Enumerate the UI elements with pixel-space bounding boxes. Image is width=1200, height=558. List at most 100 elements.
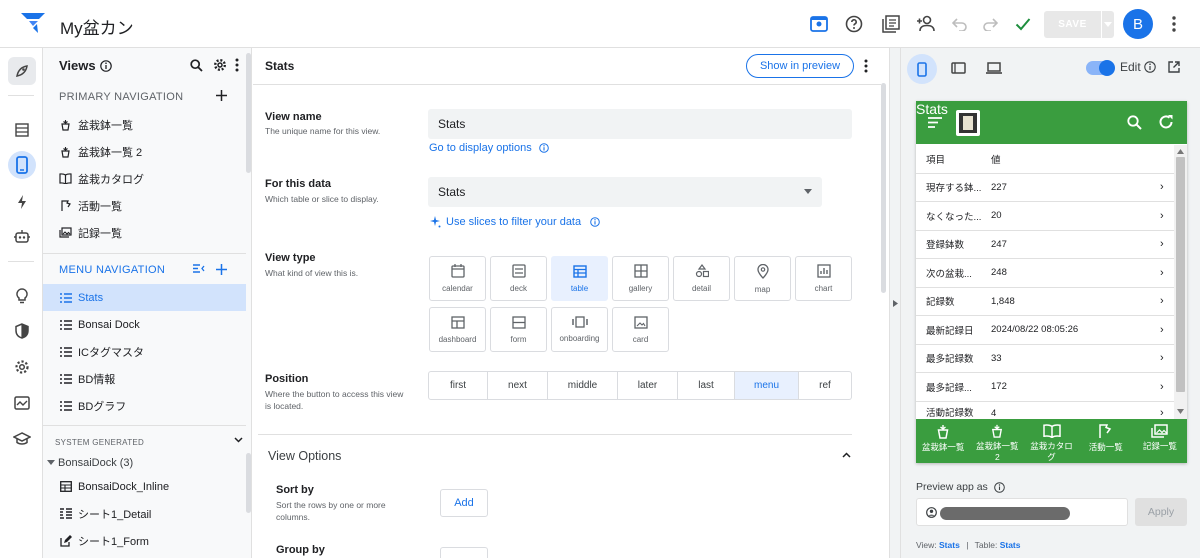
table-row[interactable]: 最多記録数 33 › bbox=[916, 345, 1174, 373]
system-group-toggle[interactable]: BonsaiDock (3) bbox=[47, 457, 133, 469]
nav-item-sheet1-detail[interactable]: シート1_Detail bbox=[43, 500, 246, 527]
save-dropdown-button[interactable] bbox=[1102, 11, 1114, 38]
table-row[interactable]: なくなった... 20 › bbox=[916, 202, 1174, 231]
search-icon[interactable] bbox=[1127, 115, 1142, 130]
save-button[interactable]: SAVE bbox=[1044, 11, 1101, 38]
view-name-input[interactable]: Stats bbox=[428, 109, 852, 139]
rail-views-icon[interactable] bbox=[8, 151, 36, 179]
edit-toggle[interactable] bbox=[1086, 60, 1115, 76]
tablet-device-icon[interactable] bbox=[951, 62, 966, 74]
chevron-up-icon[interactable] bbox=[842, 452, 851, 458]
editor-scrollbar[interactable] bbox=[881, 83, 886, 293]
appsheet-logo-icon[interactable] bbox=[20, 12, 46, 34]
bottom-nav-records[interactable]: 記録一覧 bbox=[1133, 419, 1187, 463]
rail-security-icon[interactable] bbox=[8, 317, 36, 345]
view-type-map[interactable]: map bbox=[734, 256, 791, 301]
table-row[interactable]: 活動記録数 4 › bbox=[916, 402, 1174, 419]
info-icon[interactable] bbox=[1144, 61, 1156, 73]
position-later[interactable]: later bbox=[618, 371, 678, 400]
info-icon[interactable] bbox=[993, 481, 1005, 493]
more-vert-icon[interactable] bbox=[1163, 13, 1185, 35]
view-type-card[interactable]: card bbox=[612, 307, 669, 352]
bottom-nav-pot-list-2[interactable]: 盆栽鉢一覧 2 bbox=[970, 419, 1024, 463]
view-type-dashboard[interactable]: dashboard bbox=[429, 307, 486, 352]
data-select[interactable]: Stats bbox=[428, 177, 822, 207]
rail-automation-icon[interactable] bbox=[8, 223, 36, 251]
refresh-icon[interactable] bbox=[1158, 114, 1174, 130]
add-sort-button[interactable]: Add bbox=[440, 489, 488, 517]
nav-item-bonsaidock-inline[interactable]: BonsaiDock_Inline bbox=[43, 473, 246, 500]
preview-toggle-icon[interactable] bbox=[808, 13, 830, 35]
nav-item-activity[interactable]: 活動一覧 bbox=[43, 192, 246, 219]
phone-scrollbar[interactable] bbox=[1174, 145, 1187, 419]
footer-view-link[interactable]: Stats bbox=[939, 540, 960, 550]
nav-item-bd-graph[interactable]: BDグラフ bbox=[43, 392, 246, 419]
view-type-table[interactable]: table bbox=[551, 256, 608, 301]
library-icon[interactable] bbox=[880, 13, 902, 35]
preview-as-input[interactable] bbox=[916, 498, 1128, 526]
nav-item-catalog[interactable]: 盆栽カタログ bbox=[43, 165, 246, 192]
table-row[interactable]: 次の盆栽... 248 › bbox=[916, 259, 1174, 288]
apply-button[interactable]: Apply bbox=[1135, 498, 1187, 526]
table-row[interactable]: 最多記録... 172 › bbox=[916, 373, 1174, 402]
system-scrollbar[interactable] bbox=[246, 453, 251, 513]
nav-item-bonsai-dock[interactable]: Bonsai Dock bbox=[43, 311, 246, 338]
rail-data-icon[interactable] bbox=[8, 116, 36, 144]
view-type-chart[interactable]: chart bbox=[795, 256, 852, 301]
position-ref[interactable]: ref bbox=[799, 371, 852, 400]
rail-settings-icon[interactable] bbox=[8, 353, 36, 381]
view-type-detail[interactable]: detail bbox=[673, 256, 730, 301]
more-vert-icon[interactable] bbox=[235, 58, 239, 72]
rail-actions-icon[interactable] bbox=[8, 188, 36, 216]
nav-item-pot-list[interactable]: 盆栽鉢一覧 bbox=[43, 111, 246, 138]
nav-item-stats[interactable]: Stats bbox=[43, 284, 246, 311]
reorder-icon[interactable] bbox=[192, 263, 205, 274]
rail-learn-icon[interactable] bbox=[8, 425, 36, 453]
view-type-form[interactable]: form bbox=[490, 307, 547, 352]
view-type-onboarding[interactable]: onboarding bbox=[551, 307, 608, 352]
position-last[interactable]: last bbox=[678, 371, 735, 400]
footer-table-link[interactable]: Stats bbox=[1000, 540, 1021, 550]
desktop-device-icon[interactable] bbox=[986, 62, 1002, 74]
menu-icon[interactable] bbox=[928, 117, 942, 128]
bottom-nav-activity[interactable]: 活動一覧 bbox=[1079, 419, 1133, 463]
display-options-link[interactable]: Go to display options bbox=[429, 142, 549, 154]
rail-info-icon[interactable] bbox=[8, 57, 36, 85]
nav-item-pot-list-2[interactable]: 盆栽鉢一覧 2 bbox=[43, 138, 246, 165]
nav-item-records[interactable]: 記録一覧 bbox=[43, 219, 246, 246]
gear-icon[interactable] bbox=[213, 58, 227, 72]
phone-scroll-thumb[interactable] bbox=[1176, 157, 1185, 392]
add-menu-view-icon[interactable] bbox=[216, 264, 227, 275]
nav-item-sheet1-form[interactable]: シート1_Form bbox=[43, 527, 246, 554]
position-middle[interactable]: middle bbox=[548, 371, 618, 400]
add-primary-view-icon[interactable] bbox=[216, 90, 227, 101]
nav-item-ic-tag-master[interactable]: ICタグマスタ bbox=[43, 338, 246, 365]
check-icon[interactable] bbox=[1012, 13, 1034, 35]
position-next[interactable]: next bbox=[488, 371, 548, 400]
view-type-calendar[interactable]: calendar bbox=[429, 256, 486, 301]
position-menu[interactable]: menu bbox=[735, 371, 799, 400]
avatar[interactable]: B bbox=[1123, 9, 1153, 39]
view-type-gallery[interactable]: gallery bbox=[612, 256, 669, 301]
view-options-header[interactable]: View Options bbox=[268, 449, 341, 463]
search-icon[interactable] bbox=[190, 59, 203, 72]
bottom-nav-pot-list[interactable]: 盆栽鉢一覧 bbox=[916, 419, 970, 463]
chevron-down-icon[interactable] bbox=[234, 437, 243, 443]
more-vert-icon[interactable] bbox=[864, 59, 868, 73]
help-icon[interactable] bbox=[843, 13, 865, 35]
panel-divider[interactable] bbox=[889, 48, 901, 558]
rail-intelligence-icon[interactable] bbox=[8, 282, 36, 310]
rail-monitor-icon[interactable] bbox=[8, 389, 36, 417]
use-slices-link[interactable]: Use slices to filter your data bbox=[429, 216, 600, 228]
nav-item-bd-info[interactable]: BD情報 bbox=[43, 365, 246, 392]
table-row[interactable]: 記録数 1,848 › bbox=[916, 288, 1174, 316]
table-row[interactable]: 現存する鉢... 227 › bbox=[916, 174, 1174, 202]
redo-icon[interactable] bbox=[979, 13, 1001, 35]
bottom-nav-catalog[interactable]: 盆栽カタロ グ bbox=[1024, 419, 1078, 463]
undo-icon[interactable] bbox=[949, 13, 971, 35]
info-icon[interactable] bbox=[99, 59, 112, 72]
open-in-new-icon[interactable] bbox=[1168, 61, 1180, 73]
add-group-button[interactable] bbox=[440, 547, 488, 558]
mobile-device-icon[interactable] bbox=[907, 54, 937, 84]
show-in-preview-button[interactable]: Show in preview bbox=[746, 54, 854, 78]
